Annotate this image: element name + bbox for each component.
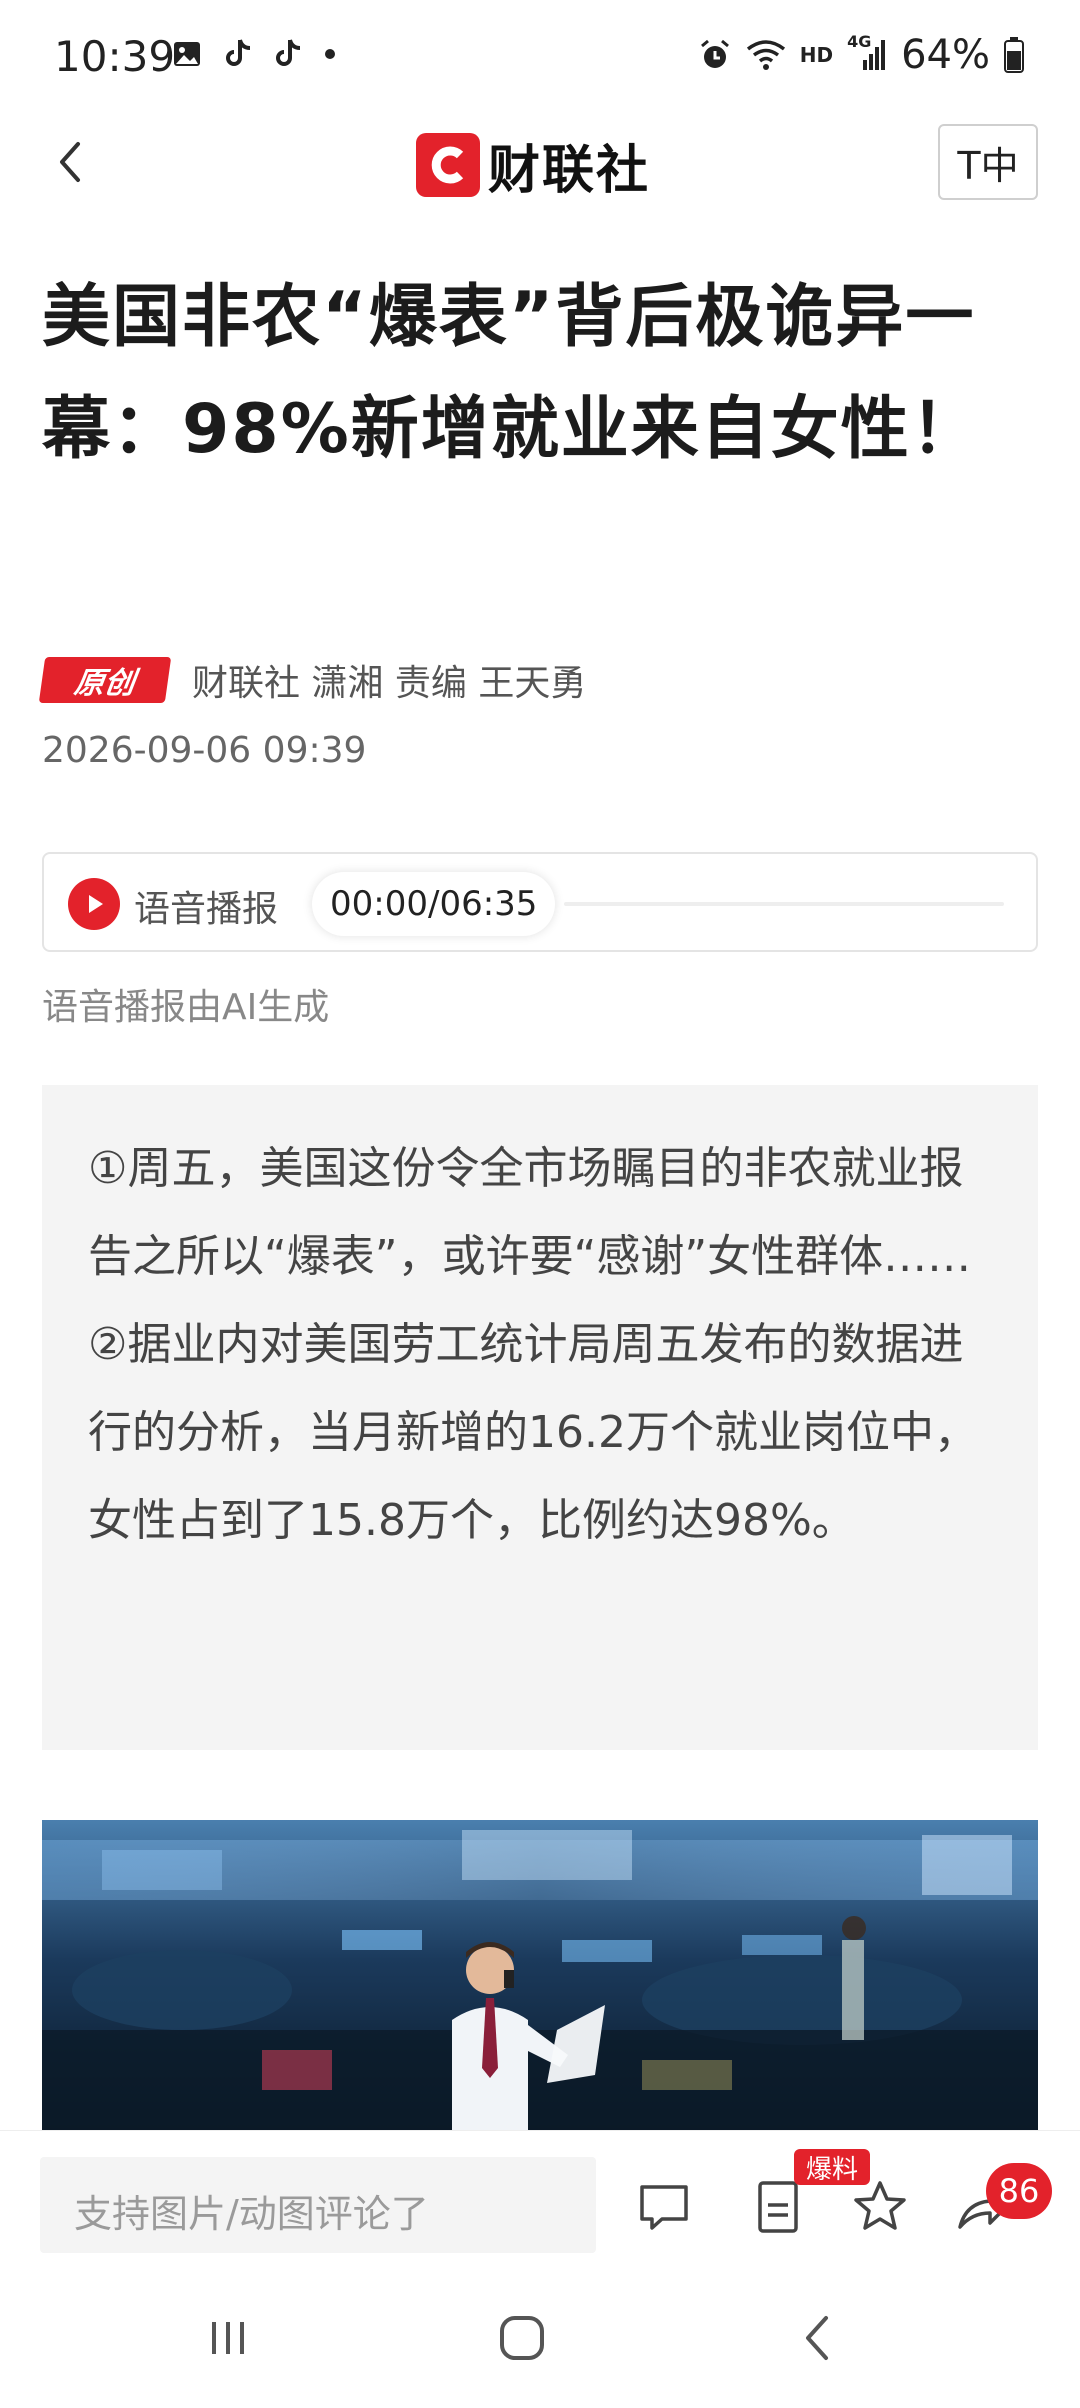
star-icon[interactable] [848, 2175, 912, 2239]
top-nav: 财联社 T中 [0, 110, 1080, 220]
gallery-icon [174, 42, 200, 66]
summary-point-1: ①周五，美国这份令全市场瞩目的非农就业报告之所以“爆表”，或许要“感谢”女性群体… [88, 1143, 972, 1282]
article-image[interactable] [42, 1820, 1038, 2130]
share-count-badge: 86 [986, 2163, 1052, 2219]
tiktok-icon [276, 39, 301, 66]
article-meta: 原创 财联社 潇湘 责编 王天勇 [38, 650, 587, 710]
audio-note: 语音播报由AI生成 [42, 987, 330, 1028]
notification-icons [172, 38, 336, 70]
system-nav-bar [0, 2270, 1080, 2408]
battery-icon [1004, 37, 1024, 73]
battery-percent: 64% [901, 32, 990, 78]
app-screen: 10:39 HD 4G 64% 财联社 T中 美国非农“爆表”背后极诡异一幕：9… [0, 0, 1080, 2408]
summary-box: ①周五，美国这份令全市场瞩目的非农就业报告之所以“爆表”，或许要“感谢”女性群体… [42, 1085, 1038, 1750]
audio-time-separator: / [427, 884, 440, 924]
hd-label: HD [799, 43, 834, 67]
status-time: 10:39 [54, 32, 176, 81]
trading-floor-illustration [42, 1820, 1038, 2130]
tiktok-icon [226, 39, 251, 66]
system-status: HD 4G 64% [698, 32, 1024, 78]
wifi-icon [746, 40, 785, 70]
font-size-button[interactable]: T中 [938, 124, 1038, 200]
brand-logo-icon [416, 133, 480, 197]
play-icon [89, 895, 103, 913]
chevron-left-icon[interactable] [42, 132, 102, 192]
bottom-action-bar: 支持图片/动图评论了 爆料 86 [0, 2130, 1080, 2270]
audio-progress-track[interactable] [564, 902, 1004, 906]
signal-indicator: 4G [847, 32, 887, 72]
recents-icon[interactable] [198, 2308, 258, 2368]
original-badge: 原创 [38, 657, 172, 703]
article-author: 财联社 潇湘 责编 王天勇 [192, 663, 587, 704]
audio-label: 语音播报 [134, 889, 279, 930]
brand-logo-text: 财联社 [488, 140, 651, 201]
article-date: 2026-09-06 09:39 [42, 730, 367, 771]
audio-duration: 06:35 [439, 884, 538, 924]
article-title: 美国非农“爆表”背后极诡异一幕：98%新增就业来自女性！ [42, 278, 981, 469]
summary-point-2: ②据业内对美国劳工统计局周五发布的数据进行的分析，当月新增的16.2万个就业岗位… [88, 1319, 978, 1546]
play-button[interactable] [68, 878, 120, 930]
comment-icon[interactable] [632, 2175, 696, 2239]
brand-logo: 财联社 [416, 130, 651, 201]
signal-icon [863, 40, 886, 70]
audio-current-time: 00:00 [330, 884, 428, 924]
audio-time[interactable]: 00:00 / 06:35 [312, 872, 556, 936]
system-back-icon[interactable] [788, 2308, 848, 2368]
alarm-icon [700, 39, 729, 68]
dot-icon [325, 49, 335, 59]
audio-player: 语音播报 00:00 / 06:35 [42, 852, 1038, 952]
comment-input[interactable]: 支持图片/动图评论了 [40, 2157, 596, 2253]
status-bar: 10:39 HD 4G 64% [0, 0, 1080, 110]
home-icon[interactable] [492, 2308, 552, 2368]
